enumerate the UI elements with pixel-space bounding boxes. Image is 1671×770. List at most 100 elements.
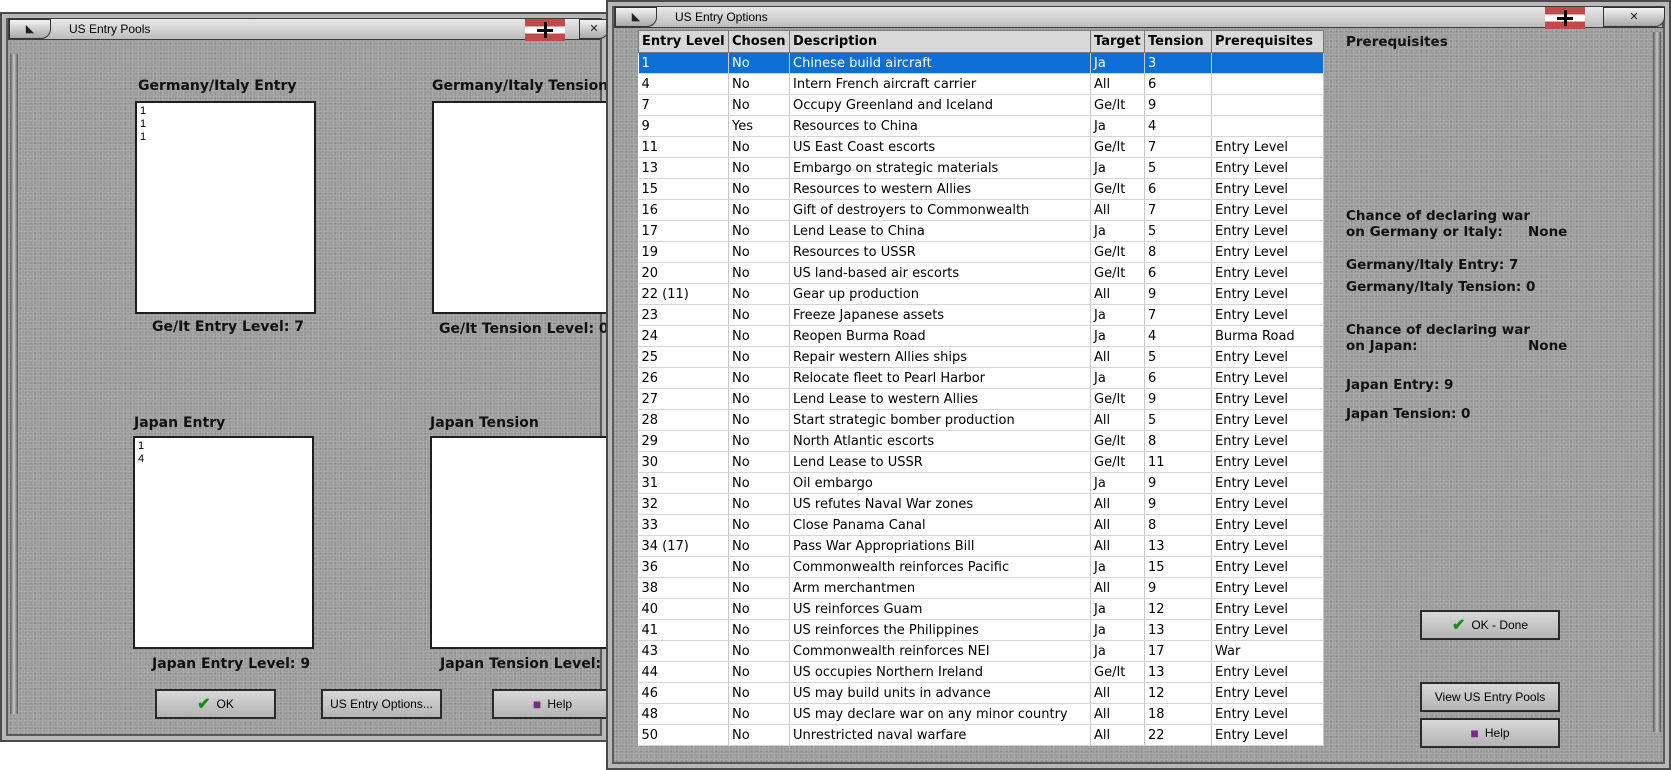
cell-chosen: No [728, 640, 790, 662]
list-item[interactable]: 1 [140, 105, 311, 118]
table-row[interactable]: 26 No Relocate fleet to Pearl Harbor Ja 6 Ent… [638, 367, 1324, 389]
table-row[interactable]: 7 No Occupy Greenland and Iceland Ge/It 9 [638, 94, 1324, 116]
table-row[interactable]: 27 No Lend Lease to western Allies Ge/It 9 En… [638, 388, 1324, 410]
cell-tension: 9 [1144, 94, 1212, 116]
table-row[interactable]: 15 No Resources to western Allies Ge/It 6 Ent… [638, 178, 1324, 200]
us-entry-options-button[interactable]: US Entry Options... [321, 689, 442, 719]
cell-target: Ge/It [1090, 241, 1145, 263]
cell-entry-level: 38 [638, 577, 729, 599]
col-target[interactable]: Target [1090, 30, 1145, 53]
table-row[interactable]: 4 No Intern French aircraft carrier All 6 [638, 73, 1324, 95]
table-row[interactable]: 30 No Lend Lease to USSR Ge/It 11 Entry Level [638, 451, 1324, 473]
table-row[interactable]: 34 (17) No Pass War Appropriations Bill All… [638, 535, 1324, 557]
cell-chosen: No [728, 346, 790, 368]
cell-prerequisites [1211, 73, 1324, 95]
table-row[interactable]: 50 No Unrestricted naval warfare All 22 Entry… [638, 724, 1324, 746]
table-row[interactable]: 24 No Reopen Burma Road Ja 4 Burma Road [638, 325, 1324, 347]
cell-tension: 8 [1144, 430, 1212, 452]
list-item[interactable]: 1 [138, 440, 309, 453]
table-row[interactable]: 33 No Close Panama Canal All 8 Entry Level [638, 514, 1324, 536]
options-title-bar[interactable]: ◣ US Entry Options ✕ [614, 6, 1665, 29]
cell-entry-level: 1 [638, 52, 729, 74]
cell-description: US reinforces Guam [789, 598, 1091, 620]
table-row[interactable]: 43 No Commonwealth reinforces NEI Ja 17 War [638, 640, 1324, 662]
table-row[interactable]: 20 No US land-based air escorts Ge/It 6 Entry… [638, 262, 1324, 284]
japan-tension-list[interactable] [430, 436, 612, 649]
cell-target: All [1090, 73, 1145, 95]
table-row[interactable]: 36 No Commonwealth reinforces Pacific Ja 15 E… [638, 556, 1324, 578]
cell-entry-level: 15 [638, 178, 729, 200]
table-row[interactable]: 25 No Repair western Allies ships All 5 Entry… [638, 346, 1324, 368]
cell-tension: 6 [1144, 178, 1212, 200]
table-row[interactable]: 13 No Embargo on strategic materials Ja 5 Ent… [638, 157, 1324, 179]
table-row[interactable]: 19 No Resources to USSR Ge/It 8 Entry Level [638, 241, 1324, 263]
pools-title-bar[interactable]: ◣ US Entry Pools ✕ [8, 18, 609, 41]
options-right-rail [1653, 32, 1661, 732]
table-row[interactable]: 9 Yes Resources to China Ja 4 [638, 115, 1324, 137]
table-row[interactable]: 1 No Chinese build aircraft Ja 3 [638, 52, 1324, 74]
ge-it-entry-list[interactable]: 1 1 1 [135, 101, 316, 314]
options-close-button[interactable]: ✕ [1603, 7, 1665, 27]
pools-close-button[interactable]: ✕ [579, 19, 609, 39]
pools-help-button[interactable]: ■ Help [492, 689, 613, 719]
cell-prerequisites: War [1211, 640, 1324, 662]
cell-entry-level: 26 [638, 367, 729, 389]
table-row[interactable]: 44 No US occupies Northern Ireland Ge/It 13 E… [638, 661, 1324, 683]
table-row[interactable]: 29 No North Atlantic escorts Ge/It 8 Entry Le… [638, 430, 1324, 452]
cell-prerequisites: Entry Level [1211, 661, 1324, 683]
table-row[interactable]: 41 No US reinforces the Philippines Ja 13 Ent… [638, 619, 1324, 641]
list-item[interactable]: 1 [140, 131, 311, 144]
ok-button[interactable]: ✔ OK [155, 689, 276, 719]
cell-target: Ja [1090, 220, 1145, 242]
table-row[interactable]: 16 No Gift of destroyers to Commonwealth Al… [638, 199, 1324, 221]
table-row[interactable]: 28 No Start strategic bomber production All… [638, 409, 1324, 431]
view-us-entry-pools-button[interactable]: View US Entry Pools [1420, 682, 1560, 712]
cell-prerequisites: Entry Level [1211, 199, 1324, 221]
table-row[interactable]: 46 No US may build units in advance All 12 En… [638, 682, 1324, 704]
cell-target: Ja [1090, 472, 1145, 494]
cell-target: All [1090, 577, 1145, 599]
table-row[interactable]: 17 No Lend Lease to China Ja 5 Entry Level [638, 220, 1324, 242]
cell-prerequisites: Entry Level [1211, 430, 1324, 452]
list-item[interactable]: 1 [140, 118, 311, 131]
japan-tension-value: Japan Tension: 0 [1346, 406, 1471, 422]
pools-system-menu-button[interactable]: ◣ [9, 19, 51, 39]
cell-entry-level: 43 [638, 640, 729, 662]
cell-prerequisites: Entry Level [1211, 493, 1324, 515]
table-row[interactable]: 32 No US refutes Naval War zones All 9 Entry … [638, 493, 1324, 515]
pools-left-rail [10, 54, 18, 714]
table-row[interactable]: 48 No US may declare war on any minor coun… [638, 703, 1324, 725]
table-row[interactable]: 22 (11) No Gear up production All 9 Entry Lev… [638, 283, 1324, 305]
japan-entry-list[interactable]: 1 4 [133, 436, 314, 649]
col-chosen[interactable]: Chosen [728, 30, 790, 53]
chance-ge-line2: on Germany or Italy: [1346, 224, 1503, 240]
ge-it-tension-value: Germany/Italy Tension: 0 [1346, 279, 1536, 295]
cell-tension: 9 [1144, 283, 1212, 305]
cell-target: Ge/It [1090, 388, 1145, 410]
cell-chosen: No [728, 94, 790, 116]
table-row[interactable]: 38 No Arm merchantmen All 9 Entry Level [638, 577, 1324, 599]
cell-prerequisites: Entry Level [1211, 451, 1324, 473]
col-prerequisites[interactable]: Prerequisites [1211, 30, 1324, 53]
table-row[interactable]: 23 No Freeze Japanese assets Ja 7 Entry Level [638, 304, 1324, 326]
cell-tension: 9 [1144, 493, 1212, 515]
japan-entry-level: Japan Entry Level: 9 [152, 656, 311, 672]
list-item[interactable]: 4 [138, 453, 309, 466]
table-row[interactable]: 40 No US reinforces Guam Ja 12 Entry Level [638, 598, 1324, 620]
col-description[interactable]: Description [789, 30, 1091, 53]
ge-it-tension-list[interactable] [432, 101, 612, 314]
options-system-menu-button[interactable]: ◣ [615, 7, 657, 27]
table-row[interactable]: 11 No US East Coast escorts Ge/It 7 Entry Lev… [638, 136, 1324, 158]
col-tension[interactable]: Tension [1144, 30, 1212, 53]
col-entry-level[interactable]: Entry Level [638, 30, 729, 53]
table-row[interactable]: 31 No Oil embargo Ja 9 Entry Level [638, 472, 1324, 494]
options-help-button[interactable]: ■ Help [1420, 718, 1560, 748]
cell-chosen: No [728, 514, 790, 536]
cell-prerequisites: Entry Level [1211, 514, 1324, 536]
cell-entry-level: 48 [638, 703, 729, 725]
ok-done-button[interactable]: ✔ OK - Done [1420, 610, 1560, 640]
flag-icon [1545, 7, 1585, 29]
cell-target: All [1090, 682, 1145, 704]
cell-tension: 9 [1144, 472, 1212, 494]
table-header-row: Entry Level Chosen Description Target Te… [638, 30, 1324, 53]
